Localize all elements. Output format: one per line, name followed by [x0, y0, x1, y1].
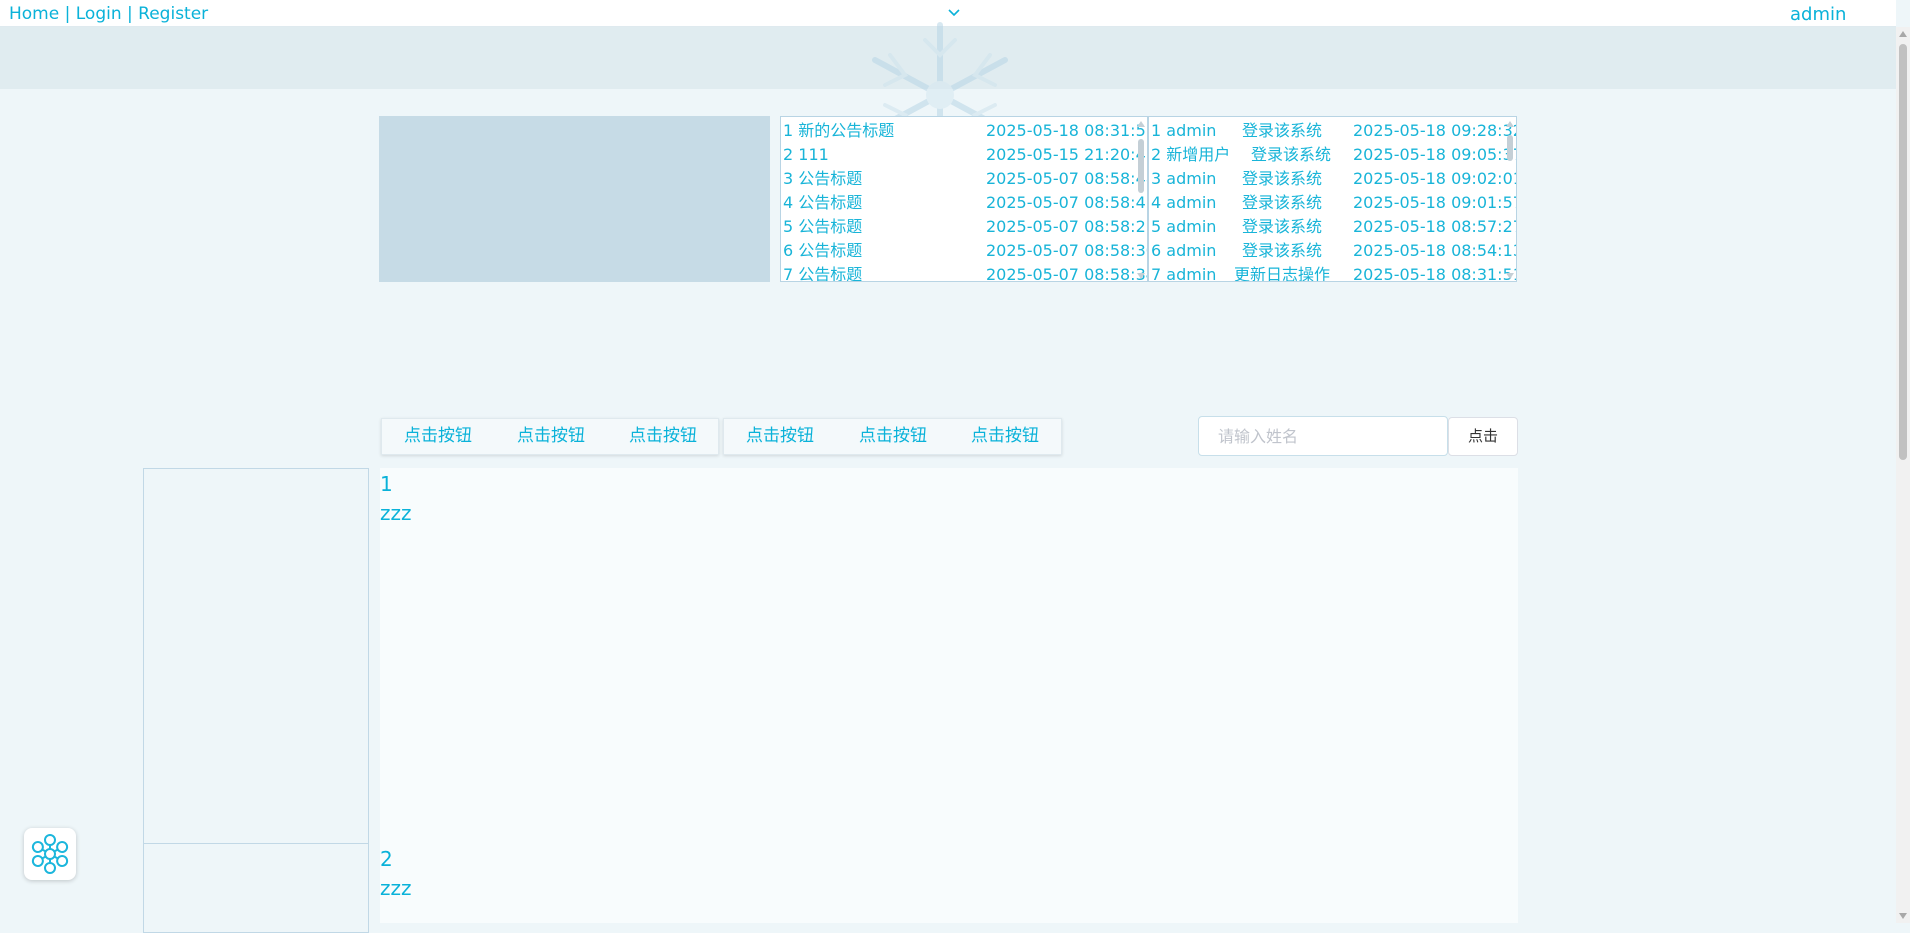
button-group-right: 点击按钮 点击按钮 点击按钮: [723, 418, 1062, 455]
list-item[interactable]: 5 公告标题 2025-05-07 08:58:27: [783, 215, 1147, 239]
user-name[interactable]: admin: [1790, 4, 1846, 26]
list-item[interactable]: 3 公告标题 2025-05-07 08:58:48: [783, 167, 1147, 191]
item-number: 2: [380, 847, 393, 871]
nav-home-link[interactable]: Home: [9, 4, 59, 24]
list-item[interactable]: 6 公告标题 2025-05-07 08:58:30: [783, 239, 1147, 263]
log-list-scrollbar[interactable]: [1506, 121, 1514, 279]
scroll-down-arrow-icon[interactable]: [1506, 273, 1514, 279]
scroll-up-arrow-icon[interactable]: [1506, 121, 1514, 127]
banner-image-placeholder: [379, 116, 770, 282]
scroll-thumb[interactable]: [1507, 135, 1513, 161]
list-item[interactable]: 1 新的公告标题 2025-05-18 08:31:51: [783, 119, 1147, 143]
page-scrollbar[interactable]: [1896, 27, 1910, 923]
nav-register-link[interactable]: Register: [138, 4, 208, 24]
item-thumbnail[interactable]: [143, 843, 369, 933]
list-item[interactable]: 6 admin 登录该系统 2025-05-18 08:54:13: [1151, 239, 1516, 263]
list-item[interactable]: 4 公告标题 2025-05-07 08:58:45: [783, 191, 1147, 215]
button-group-left: 点击按钮 点击按钮 点击按钮: [381, 418, 719, 455]
list-item[interactable]: 4 admin 登录该系统 2025-05-18 09:01:57: [1151, 191, 1516, 215]
item-number: 1: [380, 472, 393, 496]
action-button[interactable]: 点击按钮: [746, 419, 814, 454]
scroll-up-arrow-icon[interactable]: [1137, 121, 1145, 127]
item-title[interactable]: zzz: [380, 876, 412, 900]
snowflake-icon: [31, 834, 69, 874]
notice-list-scrollbar[interactable]: [1137, 121, 1145, 279]
scroll-up-arrow-icon[interactable]: [1899, 31, 1907, 37]
chevron-down-icon[interactable]: [946, 5, 962, 21]
content-area: [380, 468, 1518, 923]
item-thumbnail[interactable]: [143, 468, 369, 844]
nav-separator: |: [64, 4, 71, 24]
scroll-thumb[interactable]: [1899, 44, 1907, 460]
list-item[interactable]: 7 admin 更新日志操作 2025-05-18 08:31:51: [1151, 263, 1516, 281]
action-button[interactable]: 点击按钮: [517, 419, 585, 454]
notice-list[interactable]: 1 新的公告标题 2025-05-18 08:31:51 2 111 2025-…: [780, 116, 1148, 282]
nav-login-link[interactable]: Login: [76, 4, 122, 24]
floating-widget-button[interactable]: [24, 828, 76, 880]
action-button[interactable]: 点击按钮: [859, 419, 927, 454]
list-item[interactable]: 7 公告标题 2025-05-07 08:58:34: [783, 263, 1147, 281]
action-button[interactable]: 点击按钮: [971, 419, 1039, 454]
action-button[interactable]: 点击按钮: [629, 419, 697, 454]
name-search-input[interactable]: [1198, 416, 1448, 456]
nav-separator: |: [127, 4, 133, 24]
list-item[interactable]: 1 admin 登录该系统 2025-05-18 09:28:32: [1151, 119, 1516, 143]
log-list[interactable]: 1 admin 登录该系统 2025-05-18 09:28:32 2 新增用户…: [1148, 116, 1517, 282]
list-item[interactable]: 5 admin 登录该系统 2025-05-18 08:57:27: [1151, 215, 1516, 239]
list-item[interactable]: 2 新增用户 登录该系统 2025-05-18 09:05:37: [1151, 143, 1516, 167]
list-item[interactable]: 3 admin 登录该系统 2025-05-18 09:02:01: [1151, 167, 1516, 191]
list-item[interactable]: 2 111 2025-05-15 21:20:41: [783, 143, 1147, 167]
search-button[interactable]: 点击: [1448, 417, 1518, 456]
scroll-down-arrow-icon[interactable]: [1137, 273, 1145, 279]
top-nav: Home | Login | Register: [9, 3, 208, 25]
action-button[interactable]: 点击按钮: [404, 419, 472, 454]
scroll-down-arrow-icon[interactable]: [1899, 913, 1907, 919]
scroll-thumb[interactable]: [1138, 139, 1144, 193]
item-title[interactable]: zzz: [380, 501, 412, 525]
